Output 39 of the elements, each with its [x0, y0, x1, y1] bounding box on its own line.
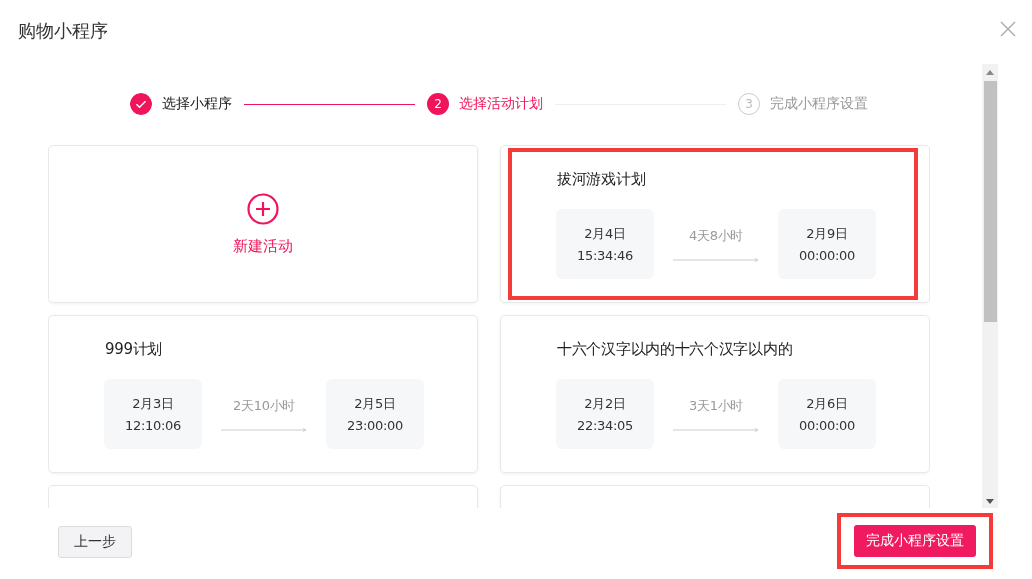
time-text: 15:34:46: [577, 248, 633, 263]
add-icon: [247, 192, 279, 225]
duration-text: 4天8小时: [688, 227, 743, 245]
date-text: 2月2日: [584, 395, 626, 413]
time-text: 00:00:00: [799, 418, 855, 433]
step-label: 选择小程序: [162, 95, 232, 113]
activity-card[interactable]: 十六个汉字以内的十六个汉字以内的 2月2日 22:34:05 3天1小时 2月6日 00:00:00: [500, 315, 930, 473]
dialog-title: 购物小程序: [18, 19, 108, 43]
scrollbar-thumb[interactable]: [983, 81, 997, 322]
arrow-icon: [673, 257, 759, 263]
duration-text: 2天10小时: [233, 397, 295, 415]
new-activity-label: 新建活动: [233, 236, 293, 256]
date-text: 2月4日: [584, 225, 626, 243]
time-text: 12:10:06: [125, 418, 181, 433]
step-label: 选择活动计划: [459, 95, 543, 113]
back-button[interactable]: 上一步: [58, 526, 132, 558]
plan-name: 十六个汉字以内的十六个汉字以内的: [557, 340, 794, 359]
date-text: 2月3日: [132, 395, 174, 413]
finish-setup-button[interactable]: 完成小程序设置: [854, 525, 976, 557]
time-text: 22:34:05: [577, 418, 633, 433]
scroll-up-icon[interactable]: [986, 70, 994, 75]
scrollbar[interactable]: [982, 64, 998, 508]
date-text: 2月9日: [806, 225, 848, 243]
date-text: 2月6日: [806, 395, 848, 413]
step-number: 2: [427, 93, 449, 115]
scroll-down-icon[interactable]: [986, 499, 994, 504]
activity-card[interactable]: 新建活动: [48, 145, 478, 303]
time-text: 00:00:00: [799, 248, 855, 263]
duration-text: 3天1小时: [688, 397, 743, 415]
step-label: 完成小程序设置: [770, 95, 868, 113]
plan-name: 拔河游戏计划: [557, 170, 647, 189]
plan-name: 999计划: [105, 340, 164, 359]
activity-card[interactable]: 999计划 2月3日 12:10:06 2天10小时 2月5日 23:00:00: [48, 315, 478, 473]
activity-card[interactable]: 拔河游戏计划 2月4日 15:34:46 4天8小时 2月9日 00:00:00: [500, 145, 930, 303]
arrow-icon: [221, 427, 307, 433]
time-text: 23:00:00: [347, 418, 403, 433]
date-text: 2月5日: [354, 395, 396, 413]
close-icon[interactable]: [1000, 21, 1016, 37]
arrow-icon: [673, 427, 759, 433]
